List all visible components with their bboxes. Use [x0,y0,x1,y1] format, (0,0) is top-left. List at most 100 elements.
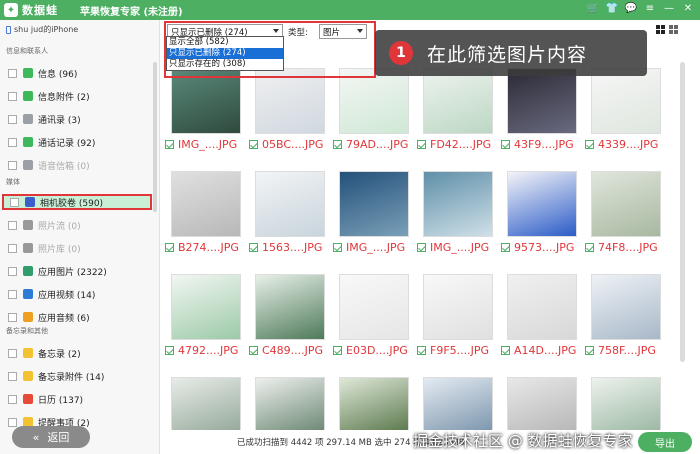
photo-item[interactable] [163,377,249,430]
checkbox[interactable] [8,114,17,124]
photo-item[interactable]: 43F9....JPG [499,68,585,151]
sidebar-item-media-4[interactable]: 应用视频 (14) [8,286,95,302]
checkbox[interactable] [8,137,17,147]
photo-thumbnail[interactable] [171,377,241,430]
photo-checkbox[interactable] [249,140,258,149]
close-icon[interactable]: ✕ [682,3,694,15]
checkbox[interactable] [8,160,17,170]
photo-checkbox[interactable] [165,140,174,149]
photo-checkbox[interactable] [501,140,510,149]
photo-thumbnail[interactable] [591,68,661,134]
photo-checkbox[interactable] [585,346,594,355]
sidebar-item-messages-1[interactable]: 信息附件 (2) [8,88,90,104]
photo-checkbox[interactable] [249,346,258,355]
photo-checkbox[interactable] [417,346,426,355]
photo-item[interactable]: 4792....JPG [163,274,249,357]
photo-thumbnail[interactable] [171,274,241,340]
device-label[interactable]: shu jud的iPhone [6,24,78,35]
photo-thumbnail[interactable] [339,171,409,237]
photo-thumbnail[interactable] [423,171,493,237]
minimize-icon[interactable]: — [663,3,675,15]
photo-thumbnail[interactable] [507,377,577,430]
cart-icon[interactable]: 🛒 [587,3,599,15]
photo-thumbnail[interactable] [507,68,577,134]
photo-item[interactable]: 1563....JPG [247,171,333,254]
menu-icon[interactable]: ≡ [644,3,656,15]
photo-thumbnail[interactable] [255,274,325,340]
photo-checkbox[interactable] [585,140,594,149]
photo-item[interactable]: 9573....JPG [499,171,585,254]
photo-item[interactable]: C489....JPG [247,274,333,357]
checkbox[interactable] [8,312,17,322]
shirt-icon[interactable]: 👕 [606,3,618,15]
photo-item[interactable] [331,377,417,430]
photo-thumbnail[interactable] [507,274,577,340]
photo-item[interactable]: B274....JPG [163,171,249,254]
sidebar-scrollbar[interactable] [153,62,157,212]
photo-thumbnail[interactable] [255,171,325,237]
grid-scrollbar[interactable] [680,62,685,362]
photo-item[interactable] [415,377,501,430]
photo-thumbnail[interactable] [423,68,493,134]
photo-item[interactable] [247,377,333,430]
checkbox[interactable] [8,289,17,299]
photo-checkbox[interactable] [165,243,174,252]
photo-thumbnail[interactable] [591,274,661,340]
sidebar-item-messages-3[interactable]: 通话记录 (92) [8,134,95,150]
photo-item[interactable]: 74F8....JPG [583,171,669,254]
photo-item[interactable]: 79AD....JPG [331,68,417,151]
photo-thumbnail[interactable] [591,171,661,237]
checkbox[interactable] [8,68,17,78]
sidebar-item-media-3[interactable]: 应用图片 (2322) [8,263,107,279]
export-button[interactable]: 导出 [638,432,692,452]
checkbox[interactable] [8,220,17,230]
photo-item[interactable]: IMG_....JPG [163,68,249,151]
photo-checkbox[interactable] [501,243,510,252]
photo-item[interactable]: F9F5....JPG [415,274,501,357]
checkbox[interactable] [8,91,17,101]
photo-thumbnail[interactable] [255,377,325,430]
photo-item[interactable]: E03D....JPG [331,274,417,357]
chat-icon[interactable]: 💬 [625,3,637,15]
sidebar-item-media-1[interactable]: 照片流 (0) [8,217,81,233]
photo-item[interactable] [499,377,585,430]
photo-item[interactable]: 4339....JPG [583,68,669,151]
photo-checkbox[interactable] [417,243,426,252]
photo-item[interactable]: A14D....JPG [499,274,585,357]
photo-item[interactable] [583,377,669,430]
photo-thumbnail[interactable] [339,377,409,430]
checkbox[interactable] [8,371,17,381]
checkbox[interactable] [8,394,17,404]
photo-checkbox[interactable] [585,243,594,252]
sidebar-item-notes-1[interactable]: 备忘录附件 (14) [8,368,104,384]
grid-view-icon[interactable] [656,25,665,34]
photo-thumbnail[interactable] [591,377,661,430]
checkbox[interactable] [10,197,19,207]
sidebar-item-media-5[interactable]: 应用音频 (6) [8,309,90,325]
photo-checkbox[interactable] [249,243,258,252]
photo-thumbnail[interactable] [171,171,241,237]
photo-thumbnail[interactable] [423,274,493,340]
photo-checkbox[interactable] [165,346,174,355]
photo-checkbox[interactable] [417,140,426,149]
photo-checkbox[interactable] [333,243,342,252]
checkbox[interactable] [8,266,17,276]
sidebar-item-media-2[interactable]: 照片库 (0) [8,240,81,256]
sidebar-item-notes-2[interactable]: 日历 (137) [8,391,83,407]
back-button[interactable]: « 返回 [12,426,90,448]
photo-item[interactable]: IMG_....JPG [415,171,501,254]
photo-thumbnail[interactable] [507,171,577,237]
list-view-icon[interactable] [669,25,678,34]
photo-item[interactable]: 758F....JPG [583,274,669,357]
sidebar-item-messages-0[interactable]: 信息 (96) [8,65,77,81]
sidebar-item-messages-2[interactable]: 通讯录 (3) [8,111,81,127]
photo-item[interactable]: IMG_....JPG [331,171,417,254]
checkbox[interactable] [8,417,17,427]
photo-thumbnail[interactable] [423,377,493,430]
photo-thumbnail[interactable] [339,274,409,340]
photo-checkbox[interactable] [333,140,342,149]
photo-checkbox[interactable] [333,346,342,355]
photo-item[interactable]: 05BC....JPG [247,68,333,151]
checkbox[interactable] [8,243,17,253]
sidebar-item-messages-4[interactable]: 语音信箱 (0) [8,157,90,173]
